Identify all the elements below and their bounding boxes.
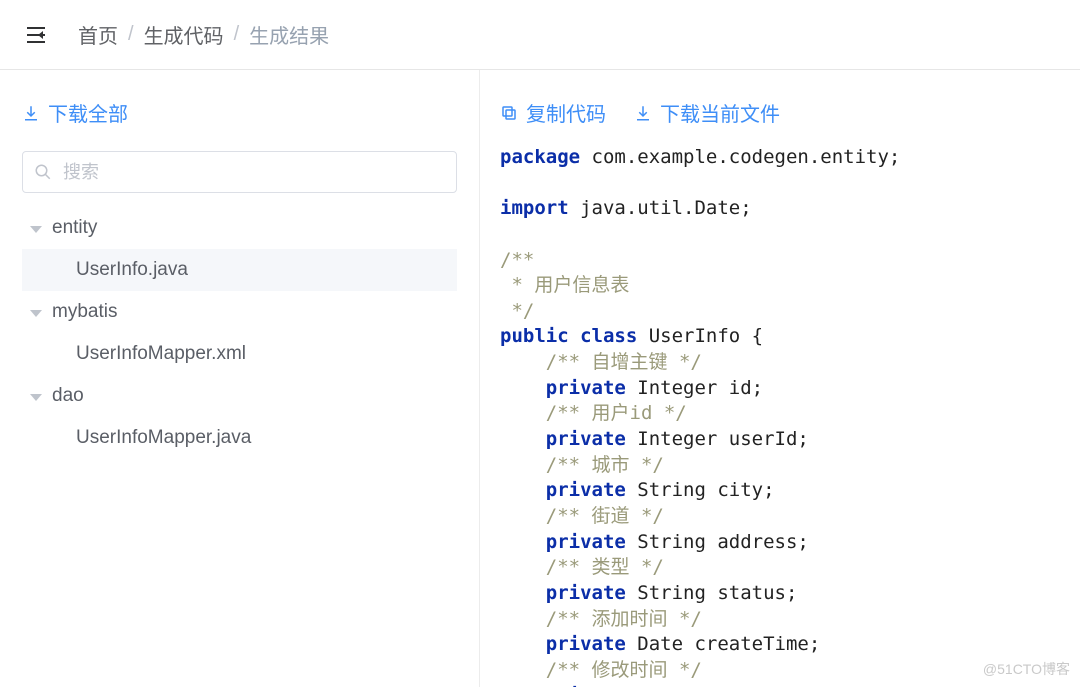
breadcrumb: 首页 / 生成代码 / 生成结果 bbox=[78, 20, 329, 49]
tree-file[interactable]: UserInfoMapper.java bbox=[22, 417, 457, 459]
search-input[interactable] bbox=[22, 151, 457, 193]
tree-folder-mybatis[interactable]: mybatis bbox=[22, 291, 457, 333]
code-panel: 复制代码 下载当前文件 package com.example.codegen.… bbox=[480, 70, 1080, 687]
breadcrumb-item-result: 生成结果 bbox=[249, 20, 329, 49]
breadcrumb-item-home[interactable]: 首页 bbox=[78, 20, 118, 49]
chevron-down-icon bbox=[30, 310, 42, 317]
code-viewer: package com.example.codegen.entity; impo… bbox=[500, 145, 1062, 687]
search-wrap bbox=[22, 151, 457, 193]
copy-code-button[interactable]: 复制代码 bbox=[500, 98, 606, 127]
tree-folder-dao[interactable]: dao bbox=[22, 375, 457, 417]
file-tree-panel: 下载全部 entity UserInfo.java mybatis UserInfoM… bbox=[0, 70, 480, 687]
copy-code-label: 复制代码 bbox=[526, 98, 606, 127]
chevron-down-icon bbox=[30, 394, 42, 401]
breadcrumb-separator: / bbox=[128, 23, 134, 46]
tree-folder-label: entity bbox=[52, 217, 97, 239]
tree-folder-label: dao bbox=[52, 385, 84, 407]
tree-file[interactable]: UserInfoMapper.xml bbox=[22, 333, 457, 375]
breadcrumb-separator: / bbox=[234, 23, 240, 46]
download-current-label: 下载当前文件 bbox=[660, 98, 780, 127]
menu-collapse-icon[interactable] bbox=[24, 23, 48, 47]
breadcrumb-item-generate[interactable]: 生成代码 bbox=[144, 20, 224, 49]
watermark: @51CTO博客 bbox=[983, 659, 1070, 679]
download-icon bbox=[634, 104, 652, 122]
download-current-button[interactable]: 下载当前文件 bbox=[634, 98, 780, 127]
download-icon bbox=[22, 104, 40, 122]
download-all-button[interactable]: 下载全部 bbox=[22, 98, 128, 127]
download-all-label: 下载全部 bbox=[48, 98, 128, 127]
tree-file[interactable]: UserInfo.java bbox=[22, 249, 457, 291]
copy-icon bbox=[500, 104, 518, 122]
tree-folder-entity[interactable]: entity bbox=[22, 207, 457, 249]
file-tree: entity UserInfo.java mybatis UserInfoMapper… bbox=[22, 207, 457, 459]
tree-folder-label: mybatis bbox=[52, 301, 117, 323]
topbar: 首页 / 生成代码 / 生成结果 bbox=[0, 0, 1080, 70]
search-icon bbox=[34, 163, 52, 181]
chevron-down-icon bbox=[30, 226, 42, 233]
